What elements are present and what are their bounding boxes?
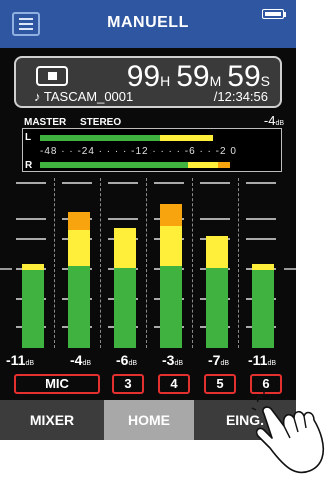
minutes-unit: M xyxy=(209,73,222,89)
meter-yellow xyxy=(68,230,90,266)
channel-meters xyxy=(0,178,296,348)
channel-r-label: R xyxy=(25,160,33,171)
master-r-green xyxy=(40,162,188,168)
channel-meter-1 xyxy=(16,178,55,348)
source-button-mic[interactable]: MIC xyxy=(14,374,100,394)
meter-yellow xyxy=(206,236,228,268)
seconds-unit: S xyxy=(260,73,270,89)
header-bar: MANUELL xyxy=(0,0,296,48)
master-level: -4dB xyxy=(264,113,284,128)
total-time: /12:34:56 xyxy=(213,89,268,104)
meter-green xyxy=(68,266,90,348)
meter-green xyxy=(160,266,182,348)
stereo-label: STEREO xyxy=(80,117,122,128)
music-note-icon: ♪ xyxy=(34,89,41,104)
meter-yellow xyxy=(114,228,136,268)
unity-marker xyxy=(0,268,12,270)
meter-green xyxy=(252,270,274,348)
tab-home[interactable]: HOME xyxy=(104,400,194,440)
source-button-3[interactable]: 3 xyxy=(112,374,144,394)
file-name-text: TASCAM_0001 xyxy=(43,89,134,104)
tab-mixer[interactable]: MIXER xyxy=(0,400,104,440)
master-r-yellow xyxy=(188,162,218,168)
channel-6-value: -11dB xyxy=(248,352,277,368)
master-level-value: -4 xyxy=(263,113,276,128)
master-level-unit: dB xyxy=(275,120,284,127)
recorder-screen: MANUELL 99H 59M 59S ♪ TASCAM_0001 /12:34:5… xyxy=(0,0,296,440)
transport-display: 99H 59M 59S ♪ TASCAM_0001 /12:34:56 xyxy=(14,56,282,108)
channel-2-value: -4dB xyxy=(70,352,92,368)
channel-5-value: -7dB xyxy=(208,352,230,368)
unity-marker xyxy=(284,268,296,270)
channel-meter-3 xyxy=(108,178,147,348)
source-button-4[interactable]: 4 xyxy=(158,374,190,394)
meter-green xyxy=(114,268,136,348)
channel-meter-2 xyxy=(62,178,101,348)
channel-4-value: -3dB xyxy=(162,352,184,368)
battery-tip xyxy=(284,12,286,17)
battery-icon xyxy=(262,9,284,19)
pointing-hand-icon xyxy=(251,390,325,474)
minutes-value: 59 xyxy=(176,60,210,93)
hours-unit: H xyxy=(160,73,171,89)
source-button-5[interactable]: 5 xyxy=(204,374,236,394)
meter-orange xyxy=(160,204,182,226)
page-title: MANUELL xyxy=(107,14,189,31)
channel-3-value: -6dB xyxy=(116,352,138,368)
channel-meter-4 xyxy=(154,178,193,348)
master-r-orange xyxy=(218,162,230,168)
channel-l-label: L xyxy=(25,132,32,143)
meter-orange xyxy=(68,212,90,230)
meter-yellow xyxy=(160,226,182,266)
file-name: ♪ TASCAM_0001 xyxy=(34,89,133,104)
meter-green xyxy=(206,268,228,348)
channel-meter-6 xyxy=(246,178,282,348)
channel-meter-5 xyxy=(200,178,239,348)
meter-green xyxy=(22,270,44,348)
channel-1-value: -11dB xyxy=(6,352,35,368)
master-label: MASTER xyxy=(24,117,67,128)
stop-icon xyxy=(36,66,68,86)
master-meter-scale: -48 · · -24 · · · · -12 · · · · -6 · · -… xyxy=(40,146,237,157)
master-l-green xyxy=(40,135,160,141)
master-l-yellow xyxy=(160,135,213,141)
